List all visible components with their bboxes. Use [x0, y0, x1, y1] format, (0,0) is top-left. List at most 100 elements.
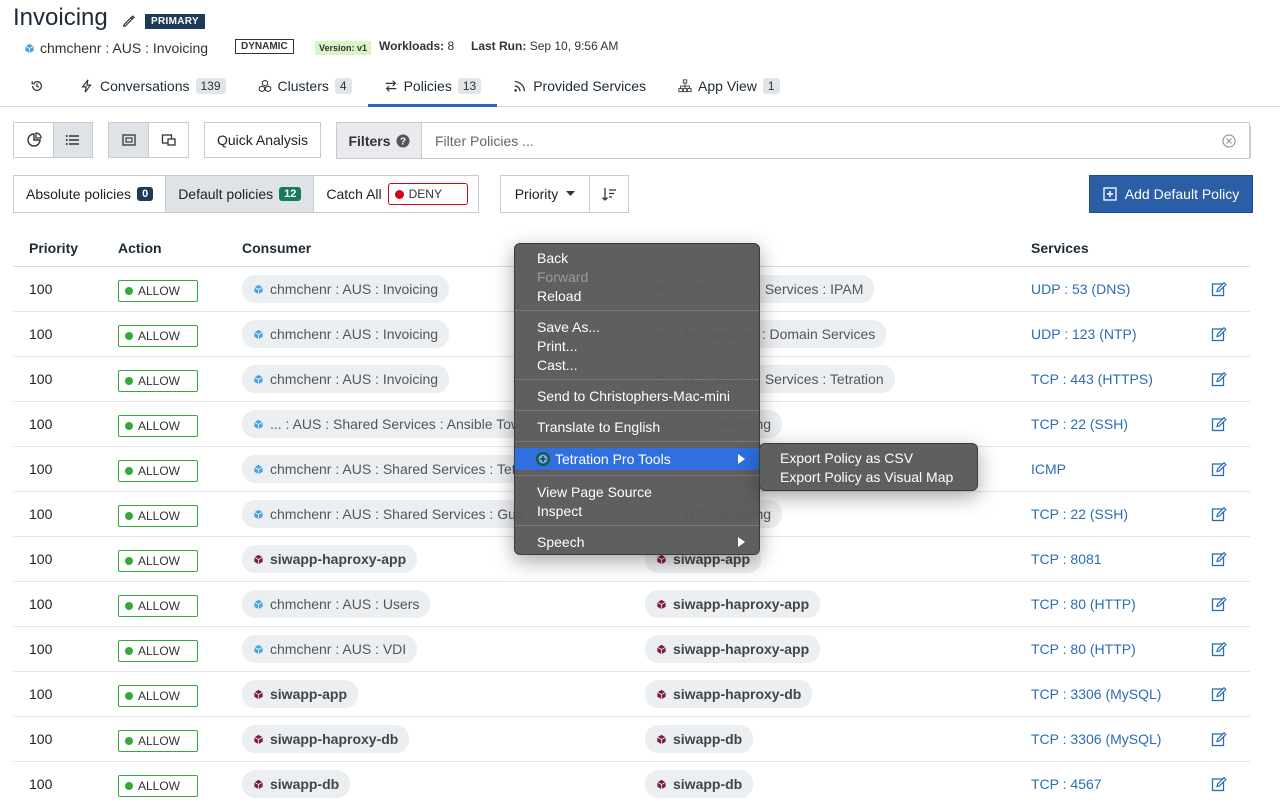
table-row[interactable]: 100 ALLOW siwapp-db siwapp-db TCP : 4567 — [13, 762, 1250, 800]
header-priority[interactable]: Priority — [29, 240, 78, 256]
deny-badge[interactable]: DENY — [387, 183, 468, 205]
header-services[interactable]: Services — [1031, 240, 1089, 256]
header-action[interactable]: Action — [118, 240, 162, 256]
menu-item-send-to-device[interactable]: Send to Christophers-Mac-mini — [515, 386, 759, 405]
allow-badge: ALLOW — [118, 505, 198, 527]
priority-sort-dropdown[interactable]: Priority — [500, 175, 590, 213]
menu-item-reload[interactable]: Reload — [515, 286, 759, 305]
tab-catch-all[interactable]: Catch All DENY — [314, 176, 477, 212]
sort-direction-button[interactable] — [589, 175, 629, 213]
filters-label[interactable]: Filters ? — [337, 123, 422, 158]
menu-item-save-as[interactable]: Save As... — [515, 317, 759, 336]
consumer-chip[interactable]: chmchenr : AUS : Invoicing — [242, 365, 450, 393]
menu-item-print[interactable]: Print... — [515, 336, 759, 355]
quick-analysis-button[interactable]: Quick Analysis — [204, 122, 321, 158]
fit-view-button[interactable] — [108, 122, 149, 158]
service-link[interactable]: TCP : 4567 — [1031, 776, 1102, 792]
allow-badge: ALLOW — [118, 460, 198, 482]
edit-icon[interactable] — [1211, 551, 1227, 567]
priority-cell: 100 — [29, 371, 53, 387]
consumer-chip[interactable]: chmchenr : AUS : Users — [242, 590, 431, 618]
chart-view-button[interactable] — [13, 122, 54, 158]
header-consumer[interactable]: Consumer — [242, 240, 311, 256]
list-view-button[interactable] — [53, 122, 93, 158]
tab-history[interactable] — [0, 66, 64, 106]
tab-conversations[interactable]: Conversations 139 — [64, 66, 242, 106]
service-link[interactable]: TCP : 8081 — [1031, 551, 1102, 567]
service-link[interactable]: TCP : 443 (HTTPS) — [1031, 371, 1153, 387]
consumer-chip[interactable]: chmchenr : AUS : Shared Services : Gua — [242, 500, 535, 528]
consumer-chip[interactable]: chmchenr : AUS : Invoicing — [242, 275, 450, 303]
tab-app-view[interactable]: App View 1 — [662, 66, 796, 106]
service-link[interactable]: TCP : 3306 (MySQL) — [1031, 731, 1161, 747]
scope-pill[interactable]: chmchenr : AUS : Invoicing — [14, 37, 219, 59]
split-view-button[interactable] — [148, 122, 189, 158]
priority-cell: 100 — [29, 686, 53, 702]
edit-icon[interactable] — [1211, 461, 1227, 477]
add-default-policy-button[interactable]: Add Default Policy — [1089, 175, 1253, 213]
edit-icon[interactable] — [1211, 686, 1227, 702]
service-link[interactable]: TCP : 22 (SSH) — [1031, 506, 1128, 522]
scrollbar[interactable] — [1250, 126, 1280, 158]
menu-item-inspect[interactable]: Inspect — [515, 501, 759, 520]
consumer-chip[interactable]: siwapp-db — [242, 770, 351, 798]
allow-dot — [125, 647, 133, 655]
table-row[interactable]: 100 ALLOW siwapp-app siwapp-haproxy-db TCP :… — [13, 672, 1250, 717]
menu-item-export-csv[interactable]: Export Policy as CSV — [760, 448, 977, 467]
table-row[interactable]: 100 ALLOW chmchenr : AUS : VDI siwapp-hapro… — [13, 627, 1250, 672]
provider-chip[interactable]: siwapp-db — [645, 770, 754, 798]
menu-item-view-source[interactable]: View Page Source — [515, 482, 759, 501]
tab-default-policies[interactable]: Default policies 12 — [166, 176, 315, 212]
menu-item-tetration-pro-tools[interactable]: Tetration Pro Tools — [515, 448, 759, 470]
allow-dot — [125, 512, 133, 520]
edit-icon[interactable] — [1211, 596, 1227, 612]
edit-icon[interactable] — [1211, 776, 1227, 792]
service-link[interactable]: TCP : 3306 (MySQL) — [1031, 686, 1161, 702]
consumer-chip[interactable]: siwapp-haproxy-db — [242, 725, 410, 753]
edit-icon[interactable] — [1211, 641, 1227, 657]
menu-item-back[interactable]: Back — [515, 248, 759, 267]
provider-chip[interactable]: siwapp-haproxy-app — [645, 590, 821, 618]
provider-chip[interactable]: siwapp-haproxy-db — [645, 680, 813, 708]
edit-icon[interactable] — [1211, 326, 1227, 342]
table-row[interactable]: 100 ALLOW chmchenr : AUS : Users siwapp-hap… — [13, 582, 1250, 627]
allow-badge: ALLOW — [118, 550, 198, 572]
consumer-chip[interactable]: chmchenr : AUS : VDI — [242, 635, 418, 663]
bolt-icon — [81, 79, 92, 93]
tab-clusters[interactable]: Clusters 4 — [242, 66, 368, 106]
allow-dot — [125, 557, 133, 565]
edit-icon[interactable] — [1211, 731, 1227, 747]
menu-item-export-visual-map[interactable]: Export Policy as Visual Map — [760, 467, 977, 486]
edit-icon[interactable] — [1211, 371, 1227, 387]
service-link[interactable]: ICMP — [1031, 461, 1066, 477]
consumer-cell: chmchenr : AUS : Invoicing — [242, 275, 450, 303]
service-link[interactable]: TCP : 80 (HTTP) — [1031, 596, 1136, 612]
cube-icon — [254, 509, 263, 519]
provider-cell: siwapp-haproxy-app — [645, 635, 821, 663]
consumer-chip[interactable]: siwapp-app — [242, 680, 359, 708]
edit-icon[interactable] — [1211, 281, 1227, 297]
clear-icon[interactable] — [1222, 134, 1236, 148]
service-link[interactable]: UDP : 123 (NTP) — [1031, 326, 1137, 342]
consumer-chip[interactable]: chmchenr : AUS : Shared Services : Tetr — [242, 455, 532, 483]
tab-absolute-policies[interactable]: Absolute policies 0 — [14, 176, 167, 212]
tab-label: Policies — [403, 78, 452, 94]
provider-chip[interactable]: siwapp-db — [645, 725, 754, 753]
menu-item-translate[interactable]: Translate to English — [515, 417, 759, 436]
edit-icon[interactable] — [1211, 416, 1227, 432]
service-link[interactable]: TCP : 80 (HTTP) — [1031, 641, 1136, 657]
consumer-chip[interactable]: chmchenr : AUS : Invoicing — [242, 320, 450, 348]
consumer-chip[interactable]: siwapp-haproxy-app — [242, 545, 418, 573]
tab-provided-services[interactable]: Provided Services — [497, 66, 662, 106]
menu-item-speech[interactable]: Speech — [515, 532, 759, 551]
tab-policies[interactable]: Policies 13 — [367, 66, 498, 107]
service-link[interactable]: TCP : 22 (SSH) — [1031, 416, 1128, 432]
provider-chip[interactable]: siwapp-haproxy-app — [645, 635, 821, 663]
table-row[interactable]: 100 ALLOW siwapp-haproxy-db siwapp-db TCP : … — [13, 717, 1250, 762]
consumer-chip[interactable]: ... : AUS : Shared Services : Ansible To… — [242, 410, 533, 438]
menu-item-cast[interactable]: Cast... — [515, 355, 759, 374]
service-link[interactable]: UDP : 53 (DNS) — [1031, 281, 1130, 297]
edit-icon[interactable] — [122, 14, 136, 28]
edit-icon[interactable] — [1211, 506, 1227, 522]
filter-input[interactable] — [422, 123, 1249, 158]
